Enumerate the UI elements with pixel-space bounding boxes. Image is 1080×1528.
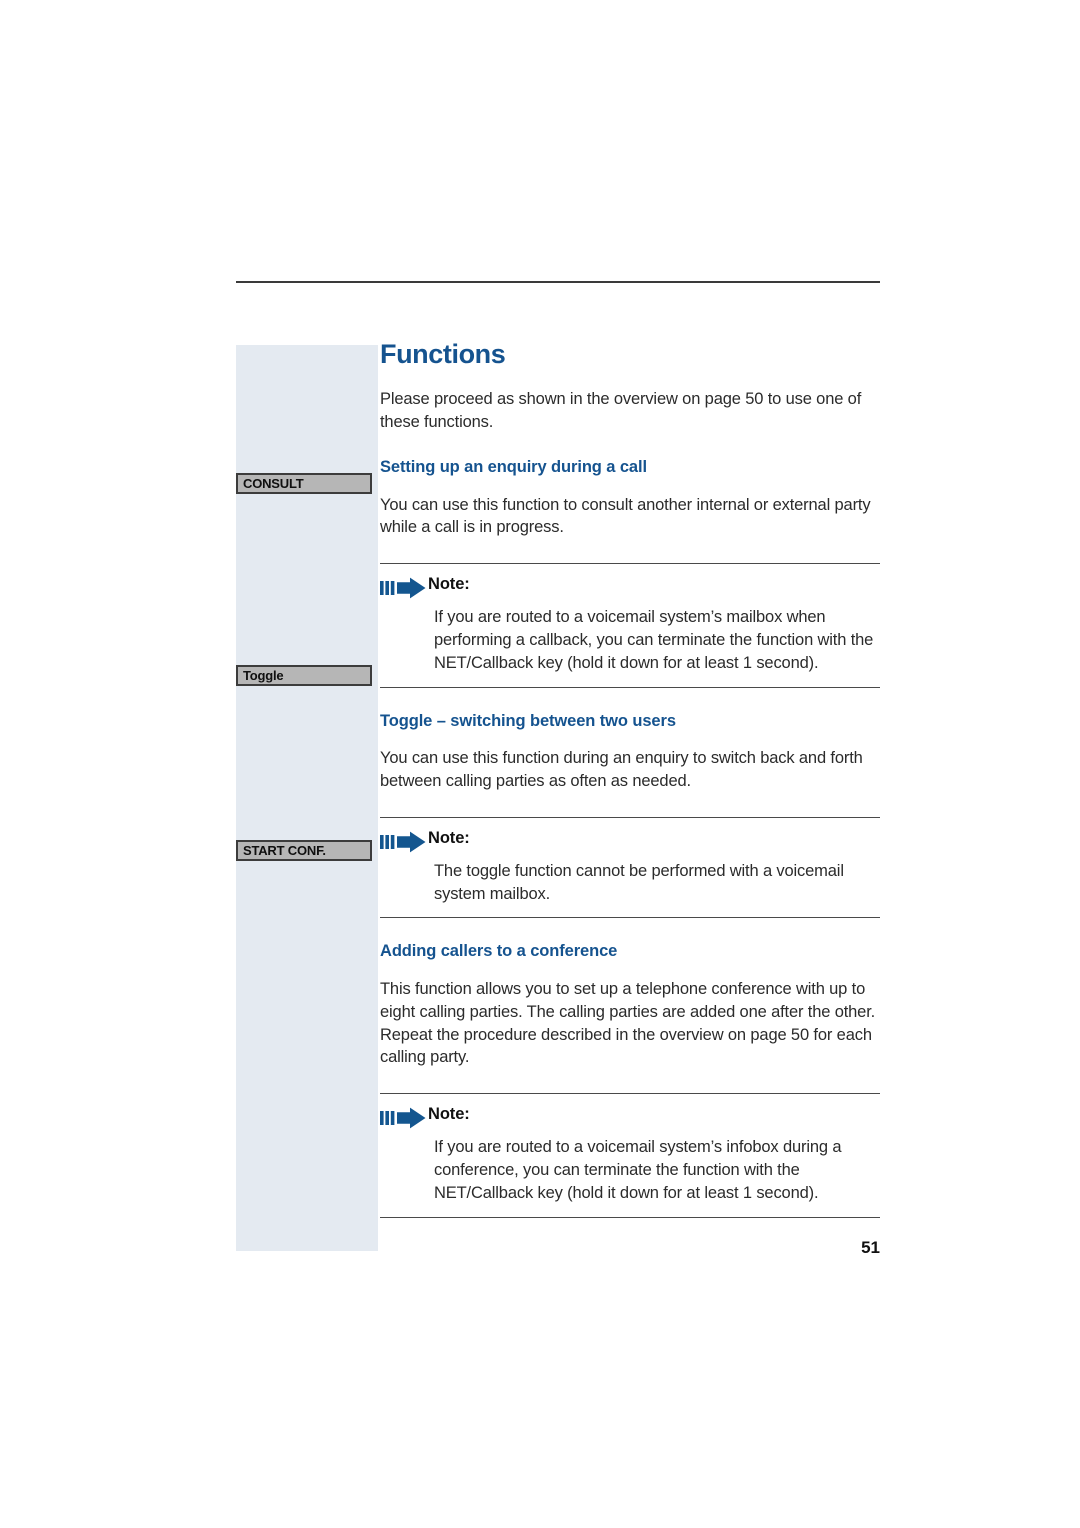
note-arrow-icon: [380, 577, 428, 599]
note-label: Note:: [428, 575, 470, 594]
page-number: 51: [861, 1238, 880, 1257]
note-label: Note:: [428, 828, 470, 847]
softkey-toggle[interactable]: Toggle: [236, 665, 372, 686]
section-body-conference: This function allows you to set up a tel…: [380, 980, 876, 1067]
intro-paragraph: Please proceed as shown in the overview …: [380, 390, 862, 432]
softkey-toggle-label: Toggle: [243, 668, 284, 683]
note-arrow-icon: [380, 1107, 428, 1129]
note-block-conference: Note: If you are routed to a voicemail s…: [380, 1093, 880, 1218]
note-header: Note:: [380, 575, 880, 599]
section-body-toggle: You can use this function during an enqu…: [380, 749, 863, 791]
note-arrow-icon: [380, 831, 428, 853]
softkey-consult-label: CONSULT: [243, 476, 304, 491]
note-body-toggle: The toggle function cannot be performed …: [434, 861, 844, 903]
softkey-consult[interactable]: CONSULT: [236, 473, 372, 494]
section-body-enquiry: You can use this function to consult ano…: [380, 495, 871, 537]
section-heading-conference: Adding callers to a conference: [380, 942, 618, 961]
note-body-enquiry: If you are routed to a voicemail system’…: [434, 608, 874, 672]
note-body-conference: If you are routed to a voicemail system’…: [434, 1138, 842, 1202]
note-header: Note:: [380, 1105, 880, 1129]
section-heading-toggle: Toggle – switching between two users: [380, 711, 676, 730]
softkey-start-conf-label: START CONF.: [243, 843, 326, 858]
note-label: Note:: [428, 1105, 470, 1124]
note-block-enquiry: Note: If you are routed to a voicemail s…: [380, 563, 880, 688]
sidebar-key-column: CONSULT Toggle START CONF.: [236, 345, 378, 1251]
note-block-toggle: Note: The toggle function cannot be perf…: [380, 816, 880, 919]
note-header: Note:: [380, 829, 880, 853]
header-rule: [236, 281, 880, 283]
page-title: Functions: [380, 339, 506, 369]
softkey-start-conf[interactable]: START CONF.: [236, 840, 372, 861]
manual-page: CONSULT Toggle START CONF. Functions Ple…: [0, 0, 1080, 1528]
section-heading-enquiry: Setting up an enquiry during a call: [380, 457, 647, 476]
content-column: Functions Please proceed as shown in the…: [380, 340, 880, 1242]
